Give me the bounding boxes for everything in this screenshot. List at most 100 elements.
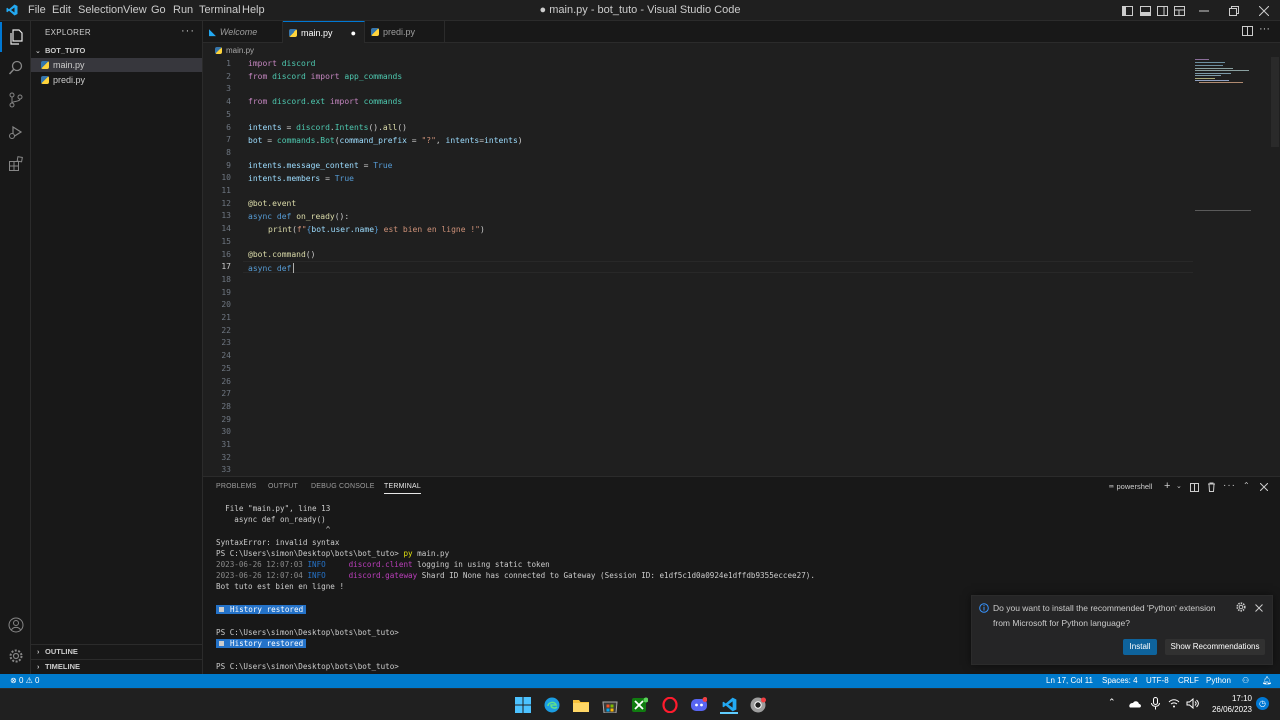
current-line-highlight: [243, 261, 1193, 273]
accounts-icon[interactable]: [0, 610, 31, 640]
notification-close-icon[interactable]: [1255, 603, 1263, 615]
chevron-down-icon[interactable]: ⌄: [1176, 482, 1182, 490]
menu-terminal[interactable]: Terminal: [199, 0, 241, 21]
tab-main-py[interactable]: main.py ●: [283, 21, 365, 43]
new-terminal-icon[interactable]: +: [1164, 480, 1170, 492]
clock[interactable]: 17:10 26/06/2023: [1206, 693, 1252, 715]
split-editor-icon[interactable]: [1242, 26, 1253, 39]
explorer-icon[interactable]: [0, 22, 31, 52]
menu-edit[interactable]: Edit: [52, 0, 71, 21]
install-button[interactable]: Install: [1123, 639, 1157, 655]
notification-settings-gear-icon[interactable]: [1236, 602, 1246, 615]
menu-file[interactable]: File: [28, 0, 46, 21]
file-predi-py[interactable]: predi.py: [31, 73, 202, 87]
xbox-icon[interactable]: [631, 696, 649, 714]
terminal-line: 2023-06-26 12:07:03 INFO discord.client …: [216, 560, 550, 569]
history-restored-badge: History restored: [216, 605, 307, 614]
close-window-icon[interactable]: [1252, 0, 1276, 21]
breadcrumb[interactable]: main.py: [215, 44, 254, 57]
code-line-9: intents.message_content = True: [248, 161, 393, 170]
file-main-py[interactable]: main.py: [31, 58, 202, 72]
tab-welcome[interactable]: ◣ Welcome: [203, 21, 283, 43]
tab-predi-py[interactable]: predi.py: [365, 21, 445, 43]
search-icon[interactable]: [0, 53, 31, 83]
menu-run[interactable]: Run: [173, 0, 193, 21]
windows-taskbar: ⌃ 17:10 26/06/2023 ◷: [0, 688, 1280, 720]
manage-gear-icon[interactable]: [0, 641, 31, 671]
minimap[interactable]: [1195, 57, 1265, 257]
line-number: 12: [221, 198, 231, 208]
indentation[interactable]: Spaces: 4: [1102, 674, 1138, 688]
outline-section[interactable]: › OUTLINE: [31, 644, 202, 658]
code-line-7: bot = commands.Bot(command_prefix = "?",…: [248, 136, 523, 145]
line-number: 14: [221, 224, 231, 234]
vscode-taskbar-icon[interactable]: [720, 696, 738, 714]
terminal-prompt: PS C:\Users\simon\Desktop\bots\bot_tuto>: [216, 628, 399, 637]
python-file-icon: [215, 47, 222, 54]
customize-layout-icon[interactable]: [1167, 0, 1191, 21]
maximize-panel-icon[interactable]: ⌃: [1243, 481, 1250, 490]
line-number: 28: [221, 401, 231, 411]
notification-center-icon[interactable]: ◷: [1256, 697, 1269, 710]
line-number: 31: [221, 440, 231, 449]
restore-icon[interactable]: [1222, 0, 1246, 21]
run-debug-icon[interactable]: [0, 117, 31, 147]
tab-problems[interactable]: PROBLEMS: [216, 483, 257, 490]
line-number: 9: [226, 160, 231, 170]
tab-output[interactable]: OUTPUT: [268, 483, 298, 490]
tray-overflow-chevron-icon[interactable]: ⌃: [1108, 697, 1116, 708]
language-mode[interactable]: Python: [1206, 674, 1231, 688]
menu-view[interactable]: View: [123, 0, 147, 21]
timeline-section[interactable]: › TIMELINE: [31, 659, 202, 673]
split-terminal-icon[interactable]: [1190, 483, 1199, 495]
chrome-icon[interactable]: [749, 696, 767, 714]
tab-debug-console[interactable]: DEBUG CONSOLE: [311, 483, 375, 490]
discord-icon[interactable]: [690, 696, 708, 714]
menu-go[interactable]: Go: [151, 0, 166, 21]
microphone-icon[interactable]: [1151, 697, 1160, 713]
close-panel-icon[interactable]: [1259, 482, 1269, 494]
extensions-icon[interactable]: [0, 149, 31, 179]
code-line-14: print(f"{bot.user.name} est bien en lign…: [268, 225, 485, 234]
kill-terminal-trash-icon[interactable]: [1207, 482, 1216, 495]
show-recommendations-button[interactable]: Show Recommendations: [1165, 639, 1265, 655]
notifications-bell-icon[interactable]: 🔔︎: [1262, 674, 1272, 688]
problems-status[interactable]: ⊗ 0 ⚠ 0: [10, 674, 39, 688]
wifi-icon[interactable]: [1168, 698, 1180, 711]
volume-icon[interactable]: [1186, 697, 1199, 712]
minimize-icon[interactable]: [1192, 0, 1216, 21]
line-number: 29: [221, 414, 231, 424]
terminal-line: PS C:\Users\simon\Desktop\bots\bot_tuto>…: [216, 549, 450, 558]
opera-icon[interactable]: [661, 696, 679, 714]
tab-terminal[interactable]: TERMINAL: [384, 483, 421, 494]
windows-start-icon[interactable]: [514, 696, 532, 714]
line-number: 15: [221, 236, 231, 246]
edge-browser-icon[interactable]: [543, 696, 561, 714]
end-of-line[interactable]: CRLF: [1178, 674, 1199, 688]
panel-more-icon[interactable]: ···: [1223, 480, 1236, 491]
editor-scrollbar[interactable]: [1271, 57, 1279, 147]
editor-more-actions-icon[interactable]: ···: [1259, 23, 1270, 35]
microsoft-store-icon[interactable]: [601, 696, 619, 714]
code-line-2: from discord import app_commands: [248, 72, 403, 81]
line-number: 20: [221, 300, 231, 310]
cursor-position[interactable]: Ln 17, Col 11: [1046, 674, 1093, 688]
menu-selection[interactable]: Selection: [78, 0, 123, 21]
file-explorer-icon[interactable]: [572, 696, 590, 714]
line-number: 6: [226, 122, 231, 132]
line-number: 24: [221, 351, 231, 361]
encoding[interactable]: UTF-8: [1146, 674, 1169, 688]
more-actions-icon[interactable]: ···: [181, 25, 195, 37]
code-line-6: intents = discord.Intents().all(): [248, 123, 407, 132]
terminal-shell-selector[interactable]: ⌨ powershell: [1109, 482, 1152, 491]
onedrive-icon[interactable]: [1128, 699, 1141, 711]
menu-help[interactable]: Help: [242, 0, 265, 21]
line-number: 19: [221, 287, 231, 297]
source-control-icon[interactable]: [0, 85, 31, 115]
unsaved-dot-icon[interactable]: ●: [351, 22, 356, 44]
code-editor[interactable]: 1 2 3 4 5 6 7 8 9 10 11 12 13 14 15 16 17 18 19 20 21 22 23 24 2…: [203, 57, 1280, 475]
terminal-prompt[interactable]: PS C:\Users\simon\Desktop\bots\bot_tuto>: [216, 662, 399, 671]
line-number: 8: [226, 147, 231, 157]
feedback-icon[interactable]: ⚇: [1242, 674, 1249, 688]
folder-bot-tuto[interactable]: ⌄ BOT_TUTO: [31, 44, 202, 58]
